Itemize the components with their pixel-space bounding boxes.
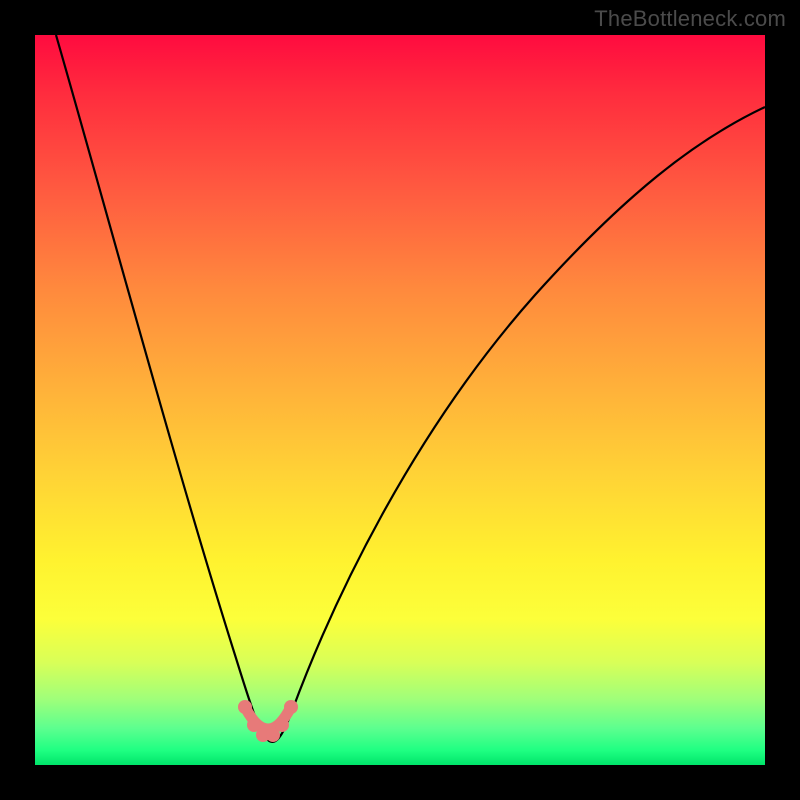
bottleneck-curve <box>56 35 765 742</box>
min-dot-6 <box>284 700 298 714</box>
min-dot-5 <box>275 718 289 732</box>
watermark-text: TheBottleneck.com <box>594 6 786 32</box>
min-dot-1 <box>238 700 252 714</box>
chart-overlay <box>35 35 765 765</box>
chart-plot-area <box>35 35 765 765</box>
